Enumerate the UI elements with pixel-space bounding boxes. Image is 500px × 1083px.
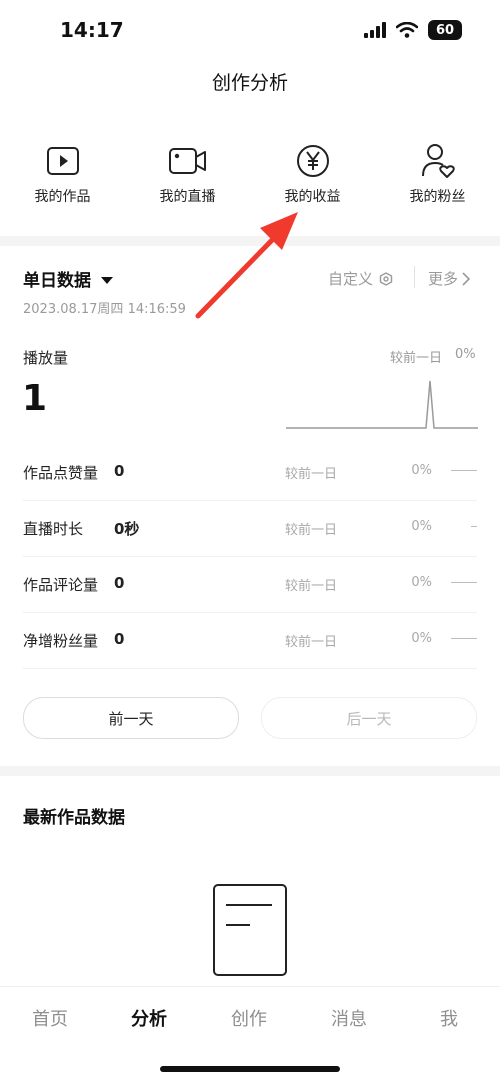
metric-row: 直播时长 0秒 较前一日 0% xyxy=(23,500,477,557)
metric-name: 作品评论量 xyxy=(23,576,99,594)
status-time: 14:17 xyxy=(60,18,124,42)
metric-sparkline xyxy=(471,526,477,527)
nav-label: 我的作品 xyxy=(34,189,91,205)
latest-works-title: 最新作品数据 xyxy=(23,808,125,828)
tab-messages[interactable]: 消息 xyxy=(331,1005,367,1031)
daily-data-dropdown[interactable]: 单日数据 xyxy=(23,266,113,291)
metric-compare-pct: 0% xyxy=(411,631,432,646)
metric-row: 作品点赞量 0 较前一日 0% xyxy=(23,444,477,501)
data-timestamp: 2023.08.17周四 14:16:59 xyxy=(23,302,186,317)
daily-data-title: 单日数据 xyxy=(23,271,91,291)
video-camera-icon xyxy=(168,148,206,174)
metric-sparkline xyxy=(451,470,477,471)
wifi-icon xyxy=(396,22,418,38)
plays-compare-pct: 0% xyxy=(455,347,476,362)
tab-analysis[interactable]: 分析 xyxy=(131,1005,167,1031)
nav-label: 我的粉丝 xyxy=(409,189,466,205)
status-icons: 60 xyxy=(364,20,462,40)
metric-value: 0秒 xyxy=(114,520,140,538)
section-divider xyxy=(0,766,500,776)
plays-value: 1 xyxy=(22,378,48,419)
signal-icon xyxy=(364,22,386,38)
metric-compare-label: 较前一日 xyxy=(285,579,338,594)
empty-document-icon xyxy=(213,884,287,976)
settings-hexagon-icon xyxy=(379,271,393,286)
customize-button[interactable]: 自定义 xyxy=(328,268,393,289)
battery-indicator: 60 xyxy=(428,20,462,40)
nav-my-fans[interactable]: 我的粉丝 xyxy=(375,140,500,220)
annotation-arrow xyxy=(195,212,298,319)
header-separator xyxy=(414,266,415,288)
caret-down-icon xyxy=(100,277,113,284)
chevron-right-icon xyxy=(462,271,471,286)
yen-circle-icon xyxy=(296,145,329,177)
plays-label: 播放量 xyxy=(23,349,69,367)
tab-home[interactable]: 首页 xyxy=(32,1005,68,1031)
tab-create[interactable]: 创作 xyxy=(231,1005,267,1031)
next-day-button[interactable]: 后一天 xyxy=(261,697,477,739)
user-heart-icon xyxy=(421,144,455,178)
metric-value: 0 xyxy=(114,462,125,480)
metric-sparkline xyxy=(451,638,477,639)
page-title: 创作分析 xyxy=(211,72,288,94)
metric-compare-pct: 0% xyxy=(411,519,432,534)
metric-row: 净增粉丝量 0 较前一日 0% xyxy=(23,612,477,669)
plays-compare-label: 较前一日 xyxy=(390,351,443,366)
status-bar: 14:17 60 xyxy=(0,0,500,60)
metric-value: 0 xyxy=(114,574,125,592)
metric-row: 作品评论量 0 较前一日 0% xyxy=(23,556,477,613)
prev-day-button[interactable]: 前一天 xyxy=(23,697,239,739)
tab-me[interactable]: 我 xyxy=(440,1005,458,1031)
metric-name: 作品点赞量 xyxy=(23,464,99,482)
more-button[interactable]: 更多 xyxy=(428,268,471,289)
plays-trend-sparkline xyxy=(286,380,478,429)
metric-compare-label: 较前一日 xyxy=(285,467,338,482)
home-indicator[interactable] xyxy=(160,1066,340,1072)
play-square-icon xyxy=(46,147,79,175)
metric-compare-label: 较前一日 xyxy=(285,635,338,650)
more-label: 更多 xyxy=(428,270,459,288)
metric-compare-label: 较前一日 xyxy=(285,523,338,538)
metric-value: 0 xyxy=(114,630,125,648)
metric-name: 净增粉丝量 xyxy=(23,632,99,650)
customize-label: 自定义 xyxy=(328,270,374,288)
metric-sparkline xyxy=(451,582,477,583)
nav-my-works[interactable]: 我的作品 xyxy=(0,140,125,220)
metric-name: 直播时长 xyxy=(23,520,84,538)
metric-compare-pct: 0% xyxy=(411,575,432,590)
metric-compare-pct: 0% xyxy=(411,463,432,478)
